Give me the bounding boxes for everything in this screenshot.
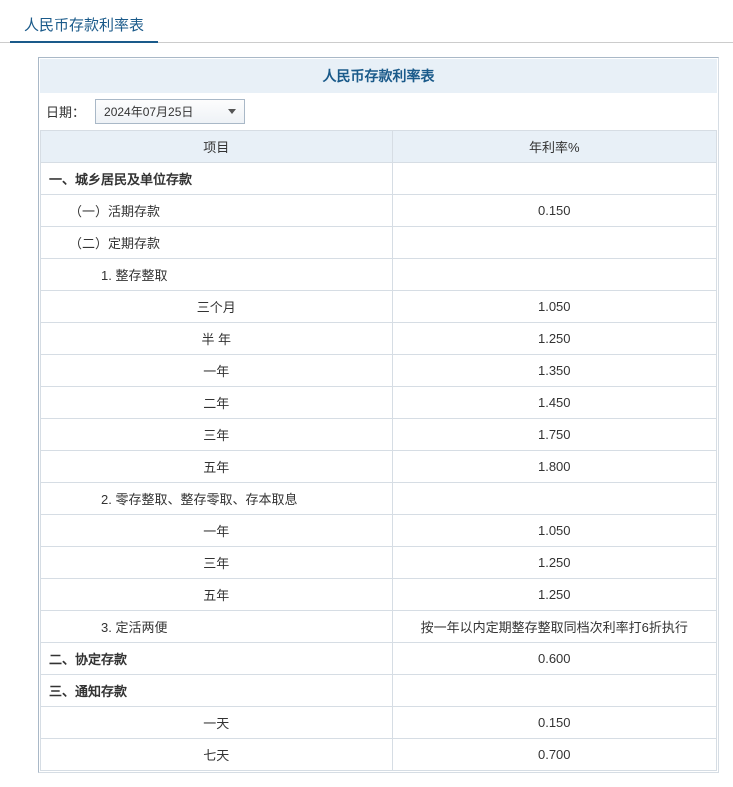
cell-item: 三个月 bbox=[41, 291, 393, 323]
table-row: 3. 定活两便按一年以内定期整存整取同档次利率打6折执行 bbox=[41, 611, 717, 643]
cell-item: 三年 bbox=[41, 547, 393, 579]
cell-rate: 1.450 bbox=[392, 387, 716, 419]
cell-item: 一年 bbox=[41, 355, 393, 387]
page-title: 人民币存款利率表 bbox=[10, 8, 158, 43]
cell-item: 一天 bbox=[41, 707, 393, 739]
table-row: 五年1.800 bbox=[41, 451, 717, 483]
cell-rate: 1.050 bbox=[392, 291, 716, 323]
table-row: 一年1.350 bbox=[41, 355, 717, 387]
cell-item: 三年 bbox=[41, 419, 393, 451]
cell-item: 3. 定活两便 bbox=[41, 611, 393, 643]
cell-rate: 1.250 bbox=[392, 323, 716, 355]
table-row: （一）活期存款0.150 bbox=[41, 195, 717, 227]
table-row: 一天0.150 bbox=[41, 707, 717, 739]
cell-rate: 按一年以内定期整存整取同档次利率打6折执行 bbox=[392, 611, 716, 643]
table-row: 三、通知存款 bbox=[41, 675, 717, 707]
cell-item: 五年 bbox=[41, 579, 393, 611]
cell-rate bbox=[392, 483, 716, 515]
cell-rate: 0.150 bbox=[392, 707, 716, 739]
cell-rate bbox=[392, 227, 716, 259]
table-row: 二年1.450 bbox=[41, 387, 717, 419]
table-row: 半 年1.250 bbox=[41, 323, 717, 355]
table-row: 一年1.050 bbox=[41, 515, 717, 547]
table-row: 1. 整存整取 bbox=[41, 259, 717, 291]
cell-item: 1. 整存整取 bbox=[41, 259, 393, 291]
cell-rate: 1.750 bbox=[392, 419, 716, 451]
table-row: 三年1.750 bbox=[41, 419, 717, 451]
table-row: （二）定期存款 bbox=[41, 227, 717, 259]
panel-title: 人民币存款利率表 bbox=[40, 59, 717, 93]
date-value: 2024年07月25日 bbox=[104, 103, 193, 120]
rate-panel: 人民币存款利率表 日期： 2024年07月25日 项目 年利率% 一、城乡居民及… bbox=[38, 57, 719, 773]
cell-item: （一）活期存款 bbox=[41, 195, 393, 227]
table-row: 2. 零存整取、整存零取、存本取息 bbox=[41, 483, 717, 515]
cell-rate: 0.150 bbox=[392, 195, 716, 227]
col-header-rate: 年利率% bbox=[392, 131, 716, 163]
table-row: 一、城乡居民及单位存款 bbox=[41, 163, 717, 195]
cell-rate bbox=[392, 675, 716, 707]
cell-item: 三、通知存款 bbox=[41, 675, 393, 707]
cell-item: 七天 bbox=[41, 739, 393, 771]
table-row: 三年1.250 bbox=[41, 547, 717, 579]
table-row: 二、协定存款0.600 bbox=[41, 643, 717, 675]
page-container: 人民币存款利率表 人民币存款利率表 日期： 2024年07月25日 项目 年利率… bbox=[0, 0, 733, 773]
cell-rate: 1.800 bbox=[392, 451, 716, 483]
cell-item: 二年 bbox=[41, 387, 393, 419]
cell-item: 2. 零存整取、整存零取、存本取息 bbox=[41, 483, 393, 515]
cell-rate bbox=[392, 163, 716, 195]
cell-item: 一、城乡居民及单位存款 bbox=[41, 163, 393, 195]
cell-rate bbox=[392, 259, 716, 291]
table-header-row: 项目 年利率% bbox=[41, 131, 717, 163]
cell-rate: 0.700 bbox=[392, 739, 716, 771]
table-body: 一、城乡居民及单位存款（一）活期存款0.150（二）定期存款1. 整存整取三个月… bbox=[41, 163, 717, 771]
cell-rate: 0.600 bbox=[392, 643, 716, 675]
table-row: 三个月1.050 bbox=[41, 291, 717, 323]
date-label: 日期： bbox=[46, 102, 85, 121]
page-header: 人民币存款利率表 bbox=[0, 0, 733, 43]
cell-item: （二）定期存款 bbox=[41, 227, 393, 259]
cell-rate: 1.250 bbox=[392, 547, 716, 579]
chevron-down-icon bbox=[228, 109, 236, 114]
cell-item: 五年 bbox=[41, 451, 393, 483]
rate-table: 项目 年利率% 一、城乡居民及单位存款（一）活期存款0.150（二）定期存款1.… bbox=[40, 130, 717, 771]
cell-item: 一年 bbox=[41, 515, 393, 547]
cell-item: 半 年 bbox=[41, 323, 393, 355]
date-row: 日期： 2024年07月25日 bbox=[40, 93, 717, 130]
table-row: 五年1.250 bbox=[41, 579, 717, 611]
cell-rate: 1.350 bbox=[392, 355, 716, 387]
cell-rate: 1.050 bbox=[392, 515, 716, 547]
cell-item: 二、协定存款 bbox=[41, 643, 393, 675]
table-row: 七天0.700 bbox=[41, 739, 717, 771]
cell-rate: 1.250 bbox=[392, 579, 716, 611]
date-select[interactable]: 2024年07月25日 bbox=[95, 99, 245, 124]
col-header-item: 项目 bbox=[41, 131, 393, 163]
